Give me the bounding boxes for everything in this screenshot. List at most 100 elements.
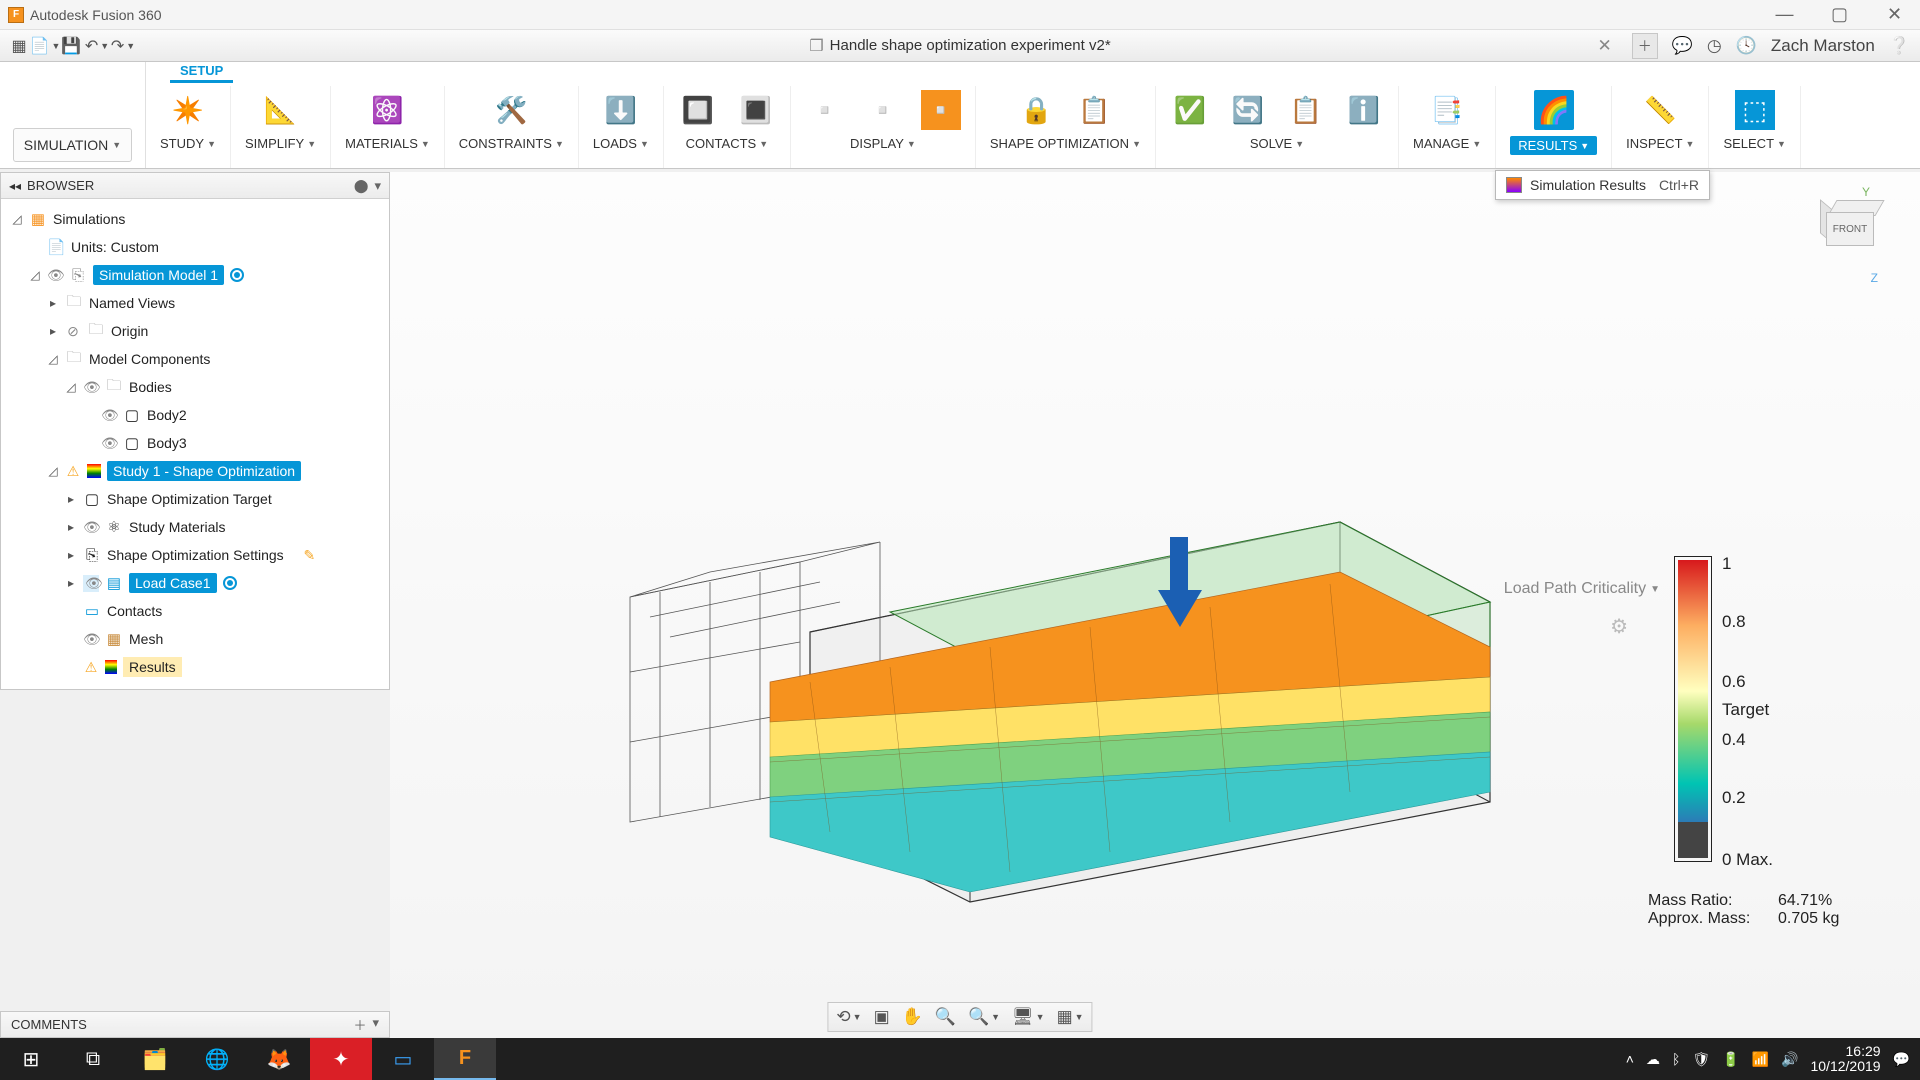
tree-study1[interactable]: ◿⚠Study 1 - Shape Optimization [11,457,385,485]
tree-origin[interactable]: ⊘🗀Origin [11,317,385,345]
onedrive-icon[interactable]: ☁ [1646,1051,1660,1068]
group-loads[interactable]: ⬇️ LOADS [579,86,664,168]
group-manage[interactable]: 📑 MANAGE [1399,86,1496,168]
solve-icon[interactable]: 🔄 [1228,90,1268,130]
tree-body3[interactable]: 👁▢Body3 [11,429,385,457]
manage-icon[interactable]: 📑 [1427,90,1467,130]
new-doc-button[interactable]: ＋ [1632,33,1658,59]
viewcube-front[interactable]: FRONT [1826,212,1874,246]
grid-settings-icon[interactable]: ▦ [1057,1007,1084,1027]
extensions-icon[interactable]: 💬 [1672,36,1693,56]
tree-load-case[interactable]: 👁▤Load Case1 [11,569,385,597]
results-icon[interactable]: 🌈 [1534,90,1574,130]
group-materials[interactable]: ⚛️ MATERIALS [331,86,445,168]
comments-expand-icon[interactable]: ▾ [372,1015,379,1034]
display-1-icon[interactable]: ▫️ [805,90,845,130]
tree-named-views[interactable]: 🗀Named Views [11,289,385,317]
shapeopt-2-icon[interactable]: 📋 [1074,90,1114,130]
workspace-switcher[interactable]: SIMULATION [0,62,146,168]
user-menu[interactable]: Zach Marston [1771,36,1875,56]
document-tab[interactable]: ❒ Handle shape optimization experiment v… [809,36,1110,56]
comments-add-icon[interactable]: ＋ [353,1015,366,1034]
simplify-icon[interactable]: 📐 [261,90,301,130]
new-study-icon[interactable]: ✴️ [168,90,208,130]
solve-info-icon[interactable]: ℹ️ [1344,90,1384,130]
task-view-button[interactable]: ⧉ [62,1038,124,1080]
materials-icon[interactable]: ⚛️ [367,90,407,130]
bluetooth-icon[interactable]: ᛒ [1672,1051,1680,1067]
fusion-taskbar-button[interactable]: F [434,1038,496,1080]
group-select[interactable]: ⬚ SELECT [1709,86,1801,168]
system-tray[interactable]: ˄ ☁ ᛒ 🛡 🔋 📶 🔊 16:29 10/12/2019 💬 [1626,1044,1920,1075]
inspect-icon[interactable]: 📏 [1640,90,1680,130]
chrome-button[interactable]: 🌐 [186,1038,248,1080]
tree-simulations[interactable]: ◿▦Simulations [11,205,385,233]
tree-contacts[interactable]: ▭Contacts [11,597,385,625]
tree-body2[interactable]: 👁▢Body2 [11,401,385,429]
battery-icon[interactable]: 🔋 [1722,1051,1739,1068]
wifi-icon[interactable]: 📶 [1752,1051,1769,1068]
group-shape-optimization[interactable]: 🔒📋 SHAPE OPTIMIZATION [976,86,1156,168]
shapeopt-1-icon[interactable]: 🔒 [1016,90,1056,130]
redo-button[interactable]: ↷ [110,34,136,58]
tab-setup[interactable]: SETUP [170,61,233,83]
browser-settings-icon[interactable]: ⬤ [354,178,369,194]
file-menu-button[interactable]: 📄 [32,34,58,58]
group-display[interactable]: ▫️▫️▫️ DISPLAY [791,86,976,168]
group-contacts[interactable]: 🔲🔳 CONTACTS [664,86,791,168]
app-generic-button[interactable]: ▭ [372,1038,434,1080]
browser-min-icon[interactable]: ▾ [374,178,381,194]
look-at-icon[interactable]: ▣ [874,1007,890,1027]
group-results[interactable]: 🌈 RESULTS [1496,86,1612,168]
start-button[interactable]: ⊞ [0,1038,62,1080]
close-doc-button[interactable]: ✕ [1597,36,1611,56]
action-center-icon[interactable]: 💬 [1893,1051,1910,1068]
loads-icon[interactable]: ⬇️ [601,90,641,130]
results-dropdown[interactable]: Simulation Results Ctrl+R [1495,170,1710,200]
tree-bodies[interactable]: ◿👁🗀Bodies [11,373,385,401]
zoom-window-icon[interactable]: 🔍 [968,1007,1000,1027]
volume-icon[interactable]: 🔊 [1781,1051,1798,1068]
data-panel-button[interactable]: ▦ [6,34,32,58]
pan-icon[interactable]: ✋ [902,1007,923,1027]
legend-settings-icon[interactable]: ⚙ [1610,614,1628,639]
tree-sim-model[interactable]: ◿👁⎘Simulation Model 1 [11,261,385,289]
tree-results[interactable]: ⚠Results [11,653,385,681]
display-3-icon[interactable]: ▫️ [921,90,961,130]
window-maximize-button[interactable]: ▢ [1822,4,1857,25]
tree-mesh[interactable]: 👁▦Mesh [11,625,385,653]
security-icon[interactable]: 🛡 [1692,1051,1710,1068]
tree-study-materials[interactable]: 👁⚛Study Materials [11,513,385,541]
zoom-icon[interactable]: 🔍 [935,1007,956,1027]
display-2-icon[interactable]: ▫️ [863,90,903,130]
undo-button[interactable]: ↶ [84,34,110,58]
group-constraints[interactable]: 🛠️ CONSTRAINTS [445,86,579,168]
precheck-icon[interactable]: ✅ [1170,90,1210,130]
result-type-selector[interactable]: Load Path Criticality [1504,580,1660,598]
tree-units[interactable]: 📄Units: Custom [11,233,385,261]
orbit-icon[interactable]: ⟲ [836,1007,861,1027]
window-minimize-button[interactable]: — [1767,4,1802,25]
constraints-icon[interactable]: 🛠️ [491,90,531,130]
active-loadcase-indicator[interactable] [223,576,237,590]
creative-cloud-button[interactable]: ✦ [310,1038,372,1080]
comments-panel-header[interactable]: COMMENTS ＋▾ [0,1011,390,1038]
collapse-icon[interactable]: ◂◂ [9,179,21,193]
tray-expand-icon[interactable]: ˄ [1626,1051,1634,1067]
tree-target[interactable]: ▢Shape Optimization Target [11,485,385,513]
viewcube[interactable]: Y FRONT Z [1810,185,1900,285]
explorer-button[interactable]: 🗂️ [124,1038,186,1080]
solve-details-icon[interactable]: 📋 [1286,90,1326,130]
select-icon[interactable]: ⬚ [1735,90,1775,130]
taskbar-clock[interactable]: 16:29 10/12/2019 [1810,1044,1880,1075]
save-button[interactable]: 💾 [58,34,84,58]
tree-model-components[interactable]: ◿🗀Model Components [11,345,385,373]
group-inspect[interactable]: 📏 INSPECT [1612,86,1709,168]
tree-settings[interactable]: ⎘Shape Optimization Settings ✎ [11,541,385,569]
edit-icon[interactable]: ✎ [303,547,315,564]
help-icon[interactable]: ❔ [1889,36,1910,56]
display-settings-icon[interactable]: 🖥 [1012,1007,1045,1027]
contacts-manual-icon[interactable]: 🔳 [736,90,776,130]
help-updates-icon[interactable]: ◷ [1707,36,1722,56]
active-model-indicator[interactable] [230,268,244,282]
